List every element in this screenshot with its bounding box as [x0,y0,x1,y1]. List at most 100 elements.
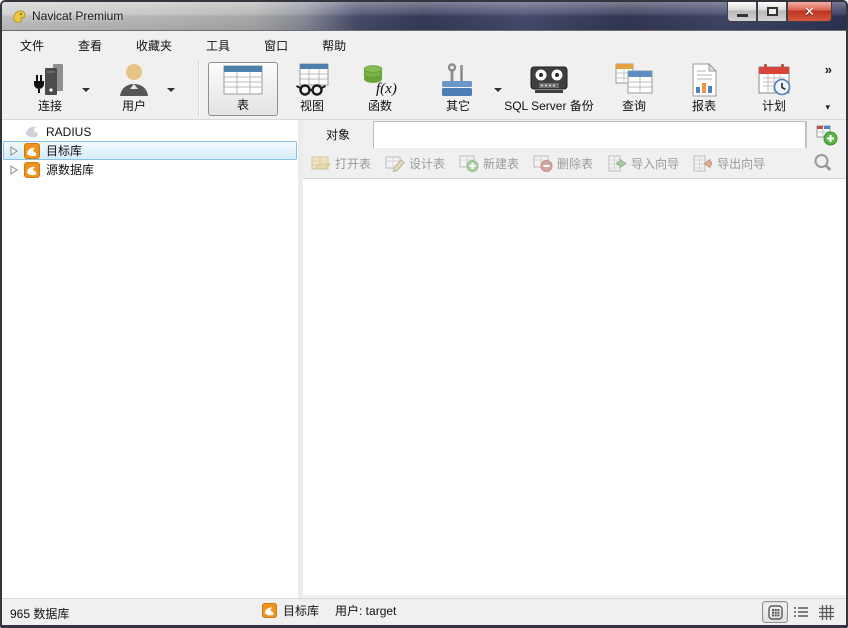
status-connection: 目标库 用户: target [262,602,396,619]
user-dropdown-icon[interactable] [167,88,175,92]
query-icon [613,63,655,97]
minimize-icon [737,14,748,17]
tree-item-label: 源数据库 [46,161,94,178]
report-button[interactable]: 报表 [678,62,730,116]
list-view-button[interactable] [788,601,814,623]
object-toolbar: 打开表 设计表 新建表 [303,148,846,179]
status-count: 965 数据库 [10,605,69,622]
open-connection-icon [24,162,40,178]
object-toolbar-label: 导入向导 [631,155,679,172]
status-bar: 965 数据库 目标库 用户: target [2,598,846,625]
connection-button[interactable]: 连接 [24,62,76,116]
object-toolbar-label: 设计表 [409,155,445,172]
maximize-button[interactable] [757,2,787,22]
toolbar-label: 其它 [446,97,470,116]
main-toolbar: 连接 用户 表 [2,58,846,120]
status-user: 用户: target [335,602,396,619]
closed-connection-icon [24,124,40,140]
views-button[interactable]: 视图 [286,62,338,116]
menu-window[interactable]: 窗口 [252,33,300,58]
menu-tools[interactable]: 工具 [194,33,242,58]
functions-button[interactable]: f(x) 函数 [354,62,406,116]
detail-view-button[interactable] [814,601,840,623]
export-wizard-button[interactable]: 导出向导 [693,155,765,172]
report-icon [687,63,721,97]
new-table-icon [459,155,479,172]
menu-favorites[interactable]: 收藏夹 [124,33,184,58]
new-tab-icon [816,124,838,146]
schedule-button[interactable]: 计划 [748,62,800,116]
toolbar-label: 表 [237,96,249,115]
sqlserver-backup-button[interactable]: SQL Server 备份 [499,62,599,116]
list-view-icon [793,605,809,619]
open-connection-icon [262,603,277,618]
new-tab-button[interactable] [806,121,846,148]
import-wizard-icon [607,155,627,172]
menu-bar: 文件 查看 收藏夹 工具 窗口 帮助 [2,32,846,58]
open-connection-icon [24,143,40,159]
menu-file[interactable]: 文件 [8,33,56,58]
others-icon [438,63,478,97]
open-table-button[interactable]: 打开表 [311,155,371,172]
maximize-icon [767,7,778,16]
navicat-app-icon [11,8,27,24]
tree-item-label: 目标库 [46,142,82,159]
view-icon [292,63,332,97]
object-toolbar-label: 新建表 [483,155,519,172]
status-connection-name: 目标库 [283,602,319,619]
toolbar-label: 函数 [368,97,392,116]
minimize-button[interactable] [727,2,757,22]
import-wizard-button[interactable]: 导入向导 [607,155,679,172]
toolbar-label: 视图 [300,97,324,116]
connection-icon [31,63,69,97]
table-icon [221,64,265,96]
toolbar-label: 报表 [692,97,716,116]
connection-tree: RADIUS 目标库 源数据库 [2,120,298,600]
connection-dropdown-icon[interactable] [82,88,90,92]
new-table-button[interactable]: 新建表 [459,155,519,172]
toolbar-label: 用户 [122,97,146,116]
menu-view[interactable]: 查看 [66,33,114,58]
user-button[interactable]: 用户 [108,62,160,116]
delete-table-button[interactable]: 删除表 [533,155,593,172]
backup-icon [527,64,571,96]
view-mode-buttons [762,601,840,623]
icon-view-icon [768,605,783,620]
tab-objects[interactable]: 对象 [303,120,373,148]
object-toolbar-label: 删除表 [557,155,593,172]
toolbar-separator [198,61,199,117]
toolbar-label: SQL Server 备份 [504,97,594,116]
object-list-area[interactable] [303,179,846,595]
svg-text:f(x): f(x) [376,81,397,97]
toolbar-label: 查询 [622,97,646,116]
menu-help[interactable]: 帮助 [310,33,358,58]
window-title: Navicat Premium [32,9,123,23]
tab-bar-empty [373,121,806,148]
icon-view-button[interactable] [762,601,788,623]
title-bar[interactable]: Navicat Premium ✕ [2,2,846,31]
tree-item-target-db[interactable]: 目标库 [3,141,297,160]
app-window: Navicat Premium ✕ 文件 查看 收藏夹 工具 窗口 帮助 [0,0,848,628]
close-button[interactable]: ✕ [787,2,832,22]
others-button[interactable]: 其它 [432,62,484,116]
tab-bar: 对象 [303,120,846,148]
search-icon[interactable] [812,152,834,174]
tree-item-label: RADIUS [46,125,91,139]
tree-item-source-db[interactable]: 源数据库 [3,160,297,179]
toolbar-overflow-icon[interactable]: » [825,62,832,77]
toolbar-overflow-down-icon[interactable]: ▾ [825,102,830,113]
objects-pane: 对象 打开表 [303,120,846,595]
toolbar-label: 计划 [762,97,786,116]
tables-button[interactable]: 表 [208,62,278,116]
open-table-icon [311,155,331,172]
close-icon: ✕ [804,5,815,18]
design-table-icon [385,155,405,172]
schedule-icon [755,63,793,97]
design-table-button[interactable]: 设计表 [385,155,445,172]
user-icon [116,63,152,97]
query-button[interactable]: 查询 [608,62,660,116]
expand-arrow-icon[interactable] [9,146,19,156]
tree-item-radius[interactable]: RADIUS [3,122,297,141]
object-toolbar-label: 导出向导 [717,155,765,172]
expand-arrow-icon[interactable] [9,165,19,175]
